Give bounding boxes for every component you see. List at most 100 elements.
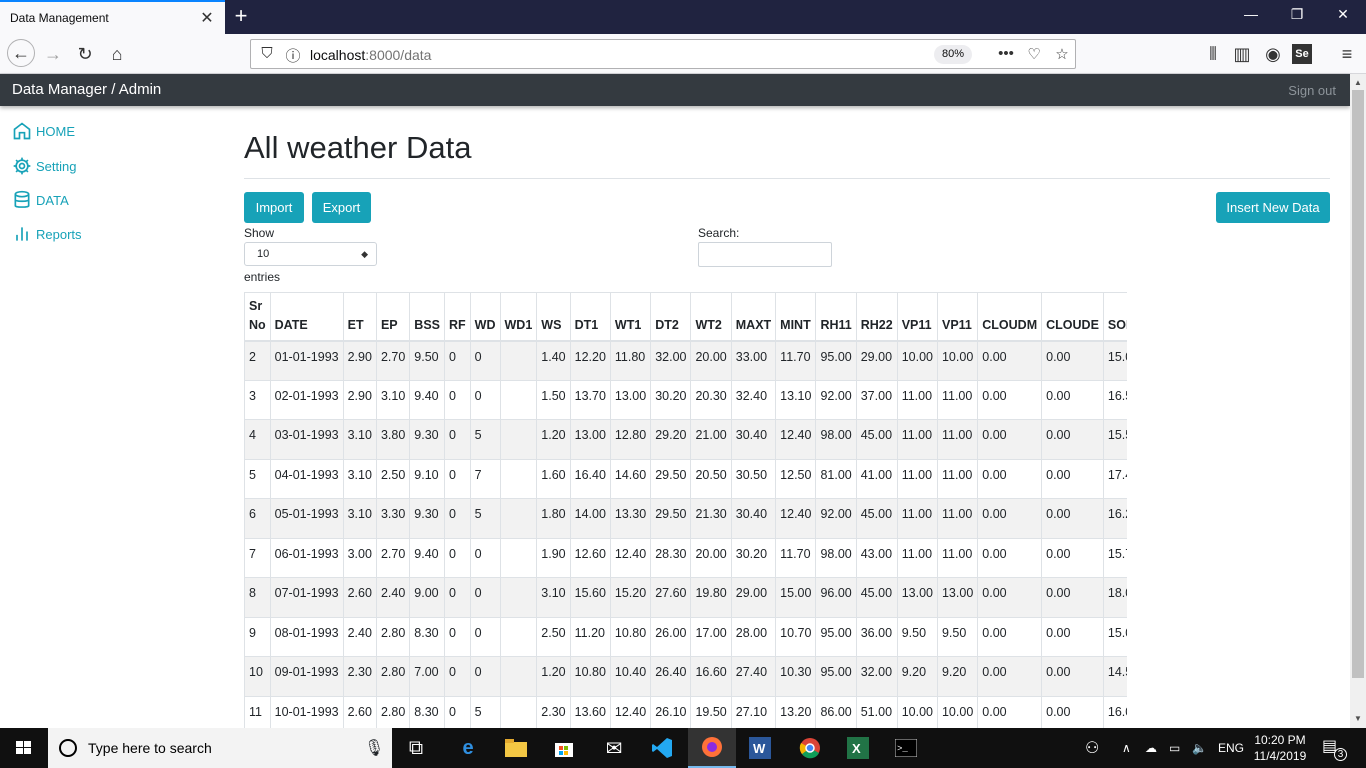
column-header[interactable]: Sr No [244,292,271,342]
network-icon[interactable]: ▭ [1169,728,1180,768]
table-row[interactable]: 10 09-01-1993 2.30 2.80 7.00 0 0 1.20 10.80 10.40… [244,656,1127,697]
reload-icon[interactable]: ↻ [72,41,98,67]
column-header[interactable]: WT1 [609,292,652,342]
word-icon[interactable]: W [736,728,784,768]
column-header[interactable]: DATE [269,292,344,342]
data-table-container[interactable]: Sr No DATE ET EP BSS RF WD WD1 WS DT1 WT1 DT2 WT2 MAX… [244,292,1127,728]
column-header[interactable]: WT2 [690,292,732,342]
table-cell: 06-01-1993 [269,537,344,578]
restore-icon[interactable]: ❐ [1287,6,1307,23]
sidebar-item-data[interactable]: DATA [12,188,69,212]
column-header[interactable]: CLOUDM [977,292,1043,342]
new-tab-button[interactable]: + [231,3,251,29]
column-header[interactable]: RF [444,292,471,342]
minimize-icon[interactable]: — [1241,6,1261,22]
column-header[interactable]: WS [536,292,571,342]
bookmark-star-icon[interactable]: ☆ [1052,45,1072,63]
language-indicator[interactable]: ENG [1218,728,1244,768]
file-explorer-icon[interactable] [492,728,540,768]
forward-icon[interactable]: → [40,41,66,67]
scroll-down-icon[interactable]: ▼ [1350,714,1366,723]
back-icon[interactable]: ← [7,39,35,67]
table-row[interactable]: 3 02-01-1993 2.90 3.10 9.40 0 0 1.50 13.70 13.00 3… [244,379,1127,420]
taskbar-search[interactable]: Type here to search 🎙 [48,728,392,768]
info-icon[interactable]: ⓘ [283,45,303,66]
scrollbar-thumb[interactable] [1352,90,1364,678]
system-clock[interactable]: 10:20 PM 11/4/2019 [1250,732,1310,764]
column-header[interactable]: MINT [775,292,817,342]
table-row[interactable]: 4 03-01-1993 3.10 3.80 9.30 0 5 1.20 13.00 12.80 2… [244,419,1127,460]
insert-new-data-button[interactable]: Insert New Data [1216,192,1330,223]
table-cell: 27.60 [650,577,692,618]
onedrive-icon[interactable]: ☁ [1145,728,1157,768]
column-header[interactable]: WD1 [499,292,538,342]
column-header[interactable]: EP [375,292,411,342]
table-row[interactable]: 6 05-01-1993 3.10 3.30 9.30 0 5 1.80 14.00 13.30 2… [244,498,1127,539]
sign-out-link[interactable]: Sign out [1288,83,1336,98]
chrome-icon[interactable] [786,728,834,768]
export-button[interactable]: Export [312,192,371,223]
column-header[interactable]: WD [469,292,501,342]
column-header[interactable]: MAXT [730,292,777,342]
table-row[interactable]: 2 01-01-1993 2.90 2.70 9.50 0 0 1.40 12.20 11.80 3… [244,340,1127,381]
vscode-icon[interactable] [638,728,686,768]
microphone-icon[interactable]: 🎙 [364,738,384,758]
column-header[interactable]: CLOUDE [1041,292,1104,342]
tab-title: Data Management [10,11,109,25]
column-header[interactable]: VP11 [936,292,979,342]
home-browser-icon[interactable]: ⌂ [104,41,130,67]
column-header[interactable]: DT1 [569,292,611,342]
sidebar-item-home[interactable]: HOME [12,119,75,143]
people-icon[interactable]: ⚇ [1085,728,1099,768]
start-button[interactable] [0,728,48,768]
mail-icon[interactable]: ✉ [590,728,638,768]
firefox-icon[interactable] [688,728,736,768]
table-row[interactable]: 8 07-01-1993 2.60 2.40 9.00 0 0 3.10 15.60 15.20 2… [244,577,1127,618]
terminal-icon[interactable]: >_ [882,728,930,768]
sidebar-item-reports[interactable]: Reports [12,222,82,246]
close-window-icon[interactable]: ✕ [1333,6,1353,23]
table-cell: 16.60 [690,656,732,697]
excel-icon[interactable]: X [834,728,882,768]
scroll-up-icon[interactable]: ▲ [1350,78,1366,87]
browser-tab[interactable]: Data Management ✕ [0,0,225,34]
column-header[interactable]: BSS [409,292,445,342]
store-icon[interactable] [540,728,588,768]
table-cell: 0.00 [1041,498,1104,539]
library-icon[interactable]: ⫴ [1200,41,1226,67]
table-row[interactable]: 5 04-01-1993 3.10 2.50 9.10 0 7 1.60 16.40 14.60 2… [244,458,1127,499]
menu-icon[interactable]: ≡ [1334,41,1360,67]
brand-title[interactable]: Data Manager / Admin [12,81,161,98]
zoom-badge[interactable]: 80% [934,45,972,64]
edge-icon[interactable]: e [444,728,492,768]
url-bar[interactable]: ⛉ ⓘ localhost:8000/data 80% ••• ♡ ☆ [250,39,1076,69]
more-actions-icon[interactable]: ••• [996,45,1016,62]
table-cell: 21.00 [690,419,732,460]
selenium-icon[interactable]: Se [1292,44,1312,64]
pocket-icon[interactable]: ♡ [1024,45,1044,63]
import-button[interactable]: Import [244,192,304,223]
column-header[interactable]: SOI [1102,292,1127,342]
column-header[interactable]: RH22 [855,292,898,342]
column-header[interactable]: VP11 [896,292,938,342]
table-row[interactable]: 7 06-01-1993 3.00 2.70 9.40 0 0 1.90 12.60 12.40 2… [244,537,1127,578]
account-icon[interactable]: ◉ [1260,41,1286,67]
shield-icon[interactable]: ⛉ [257,45,277,62]
tray-chevron-icon[interactable]: ∧ [1122,728,1131,768]
sidebar-toggle-icon[interactable]: ▥ [1229,41,1255,67]
task-view-icon[interactable]: ⧉ [392,728,440,768]
table-row[interactable]: 9 08-01-1993 2.40 2.80 8.30 0 0 2.50 11.20 10.80 2… [244,616,1127,657]
close-tab-icon[interactable]: ✕ [199,8,215,28]
table-cell: 0.00 [1041,419,1104,460]
column-header[interactable]: ET [342,292,377,342]
table-cell: 0.00 [977,616,1043,657]
sidebar-item-setting[interactable]: Setting [12,154,76,178]
vertical-scrollbar[interactable]: ▲ ▼ [1350,74,1366,728]
column-header[interactable]: RH11 [815,292,857,342]
column-header[interactable]: DT2 [650,292,692,342]
volume-icon[interactable]: 🔈 [1192,728,1207,768]
table-cell: 3.10 [342,458,377,499]
search-input[interactable] [698,242,832,267]
entries-select[interactable]: 10 ◆ [244,242,377,266]
table-row[interactable]: 11 10-01-1993 2.60 2.80 8.30 0 5 2.30 13.60 12.40… [244,695,1127,728]
